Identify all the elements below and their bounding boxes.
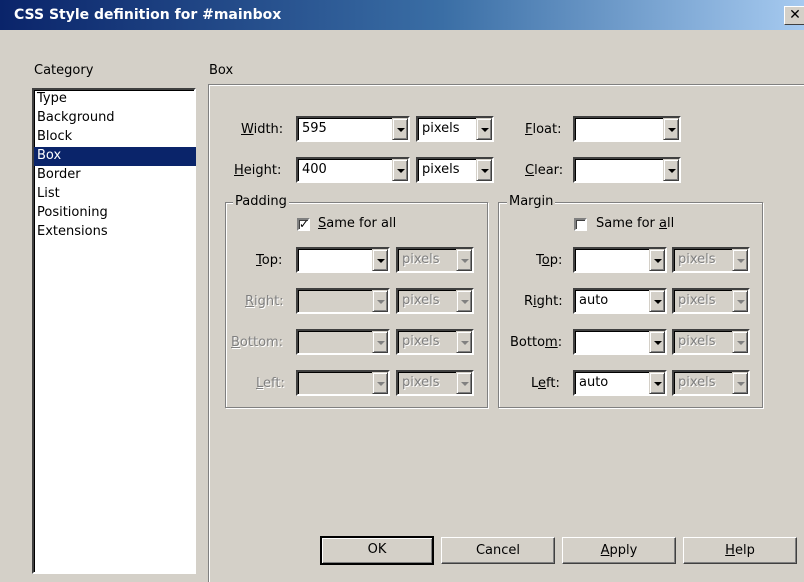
padding-bottom-dropdown-button <box>372 331 388 353</box>
width-value: 595 <box>302 121 327 136</box>
float-select[interactable] <box>573 116 681 142</box>
height-unit-value: pixels <box>422 162 460 177</box>
category-list[interactable]: Type Background Block Box Border List Po… <box>32 88 196 574</box>
margin-top-dropdown-button[interactable] <box>649 249 665 271</box>
help-button[interactable]: Help <box>683 537 797 564</box>
padding-bottom-unit-select: pixels <box>396 329 474 355</box>
float-label: Float: <box>525 122 562 137</box>
padding-left-unit-dropdown-button <box>456 372 472 394</box>
category-item-box[interactable]: Box <box>34 147 196 166</box>
margin-left-unit-dropdown-button <box>732 372 748 394</box>
padding-right-label: Right: <box>245 294 284 309</box>
margin-bottom-input[interactable] <box>573 329 667 355</box>
section-title: Box <box>209 63 234 78</box>
margin-left-dropdown-button[interactable] <box>649 372 665 394</box>
height-dropdown-button[interactable] <box>392 159 408 181</box>
margin-right-label: Right: <box>524 294 563 309</box>
category-item-border[interactable]: Border <box>34 166 196 185</box>
clear-select[interactable] <box>573 157 681 183</box>
margin-right-unit-dropdown-button <box>732 290 748 312</box>
margin-top-input[interactable] <box>573 247 667 273</box>
padding-bottom-unit: pixels <box>402 334 440 349</box>
width-unit-value: pixels <box>422 121 460 136</box>
margin-same-label: Same for all <box>596 216 675 231</box>
padding-top-label: Top: <box>256 253 283 268</box>
width-unit-dropdown-button[interactable] <box>476 118 492 140</box>
cancel-button[interactable]: Cancel <box>441 537 555 564</box>
margin-left-unit: pixels <box>678 375 716 390</box>
height-value: 400 <box>302 162 327 177</box>
category-item-positioning[interactable]: Positioning <box>34 204 196 223</box>
margin-left-input[interactable]: auto <box>573 370 667 396</box>
padding-top-dropdown-button[interactable] <box>372 249 388 271</box>
padding-top-unit-dropdown-button <box>456 249 472 271</box>
padding-top-input[interactable] <box>296 247 390 273</box>
padding-left-unit: pixels <box>402 375 440 390</box>
margin-right-unit-select: pixels <box>672 288 750 314</box>
clear-dropdown-button[interactable] <box>663 159 679 181</box>
margin-top-unit: pixels <box>678 252 716 267</box>
margin-top-label: Top: <box>536 253 563 268</box>
category-item-block[interactable]: Block <box>34 128 196 147</box>
padding-bottom-input <box>296 329 390 355</box>
margin-left-label: Left: <box>531 376 560 391</box>
clear-label: Clear: <box>525 163 564 178</box>
margin-top-unit-select: pixels <box>672 247 750 273</box>
padding-top-unit-select: pixels <box>396 247 474 273</box>
float-dropdown-button[interactable] <box>663 118 679 140</box>
padding-right-input <box>296 288 390 314</box>
margin-left-unit-select: pixels <box>672 370 750 396</box>
width-label: Width: <box>241 122 284 137</box>
width-dropdown-button[interactable] <box>392 118 408 140</box>
margin-right-value: auto <box>579 293 609 308</box>
padding-bottom-label: Bottom: <box>231 335 284 350</box>
padding-bottom-unit-dropdown-button <box>456 331 472 353</box>
padding-right-unit: pixels <box>402 293 440 308</box>
padding-left-label: Left: <box>256 376 285 391</box>
panel-divider-highlight <box>208 85 804 86</box>
margin-left-value: auto <box>579 375 609 390</box>
padding-right-unit-dropdown-button <box>456 290 472 312</box>
margin-right-dropdown-button[interactable] <box>649 290 665 312</box>
margin-legend: Margin <box>507 194 556 209</box>
margin-bottom-dropdown-button[interactable] <box>649 331 665 353</box>
window-title: CSS Style definition for #mainbox <box>14 7 282 23</box>
margin-same-checkbox[interactable] <box>574 218 587 231</box>
height-input[interactable]: 400 <box>296 157 410 183</box>
category-item-type[interactable]: Type <box>34 90 196 109</box>
padding-left-dropdown-button <box>372 372 388 394</box>
category-item-background[interactable]: Background <box>34 109 196 128</box>
height-unit-dropdown-button[interactable] <box>476 159 492 181</box>
padding-same-label: Same for all <box>318 216 397 231</box>
padding-top-unit: pixels <box>402 252 440 267</box>
close-button[interactable]: ✕ <box>784 6 804 25</box>
category-item-list[interactable]: List <box>34 185 196 204</box>
panel-edge-highlight <box>209 85 210 582</box>
padding-right-unit-select: pixels <box>396 288 474 314</box>
margin-bottom-unit-select: pixels <box>672 329 750 355</box>
width-unit-select[interactable]: pixels <box>416 116 494 142</box>
height-label: Height: <box>234 163 282 178</box>
padding-legend: Padding <box>233 194 289 209</box>
margin-right-unit: pixels <box>678 293 716 308</box>
padding-right-dropdown-button <box>372 290 388 312</box>
padding-same-checkbox[interactable]: ✓ <box>297 218 310 231</box>
width-input[interactable]: 595 <box>296 116 410 142</box>
apply-button[interactable]: Apply <box>562 537 676 564</box>
category-label: Category <box>34 63 94 78</box>
ok-button[interactable]: OK <box>320 536 434 565</box>
padding-left-input <box>296 370 390 396</box>
margin-bottom-label: Bottom: <box>510 335 563 350</box>
padding-left-unit-select: pixels <box>396 370 474 396</box>
margin-bottom-unit: pixels <box>678 334 716 349</box>
margin-top-unit-dropdown-button <box>732 249 748 271</box>
margin-bottom-unit-dropdown-button <box>732 331 748 353</box>
margin-right-input[interactable]: auto <box>573 288 667 314</box>
category-item-extensions[interactable]: Extensions <box>34 223 196 242</box>
height-unit-select[interactable]: pixels <box>416 157 494 183</box>
